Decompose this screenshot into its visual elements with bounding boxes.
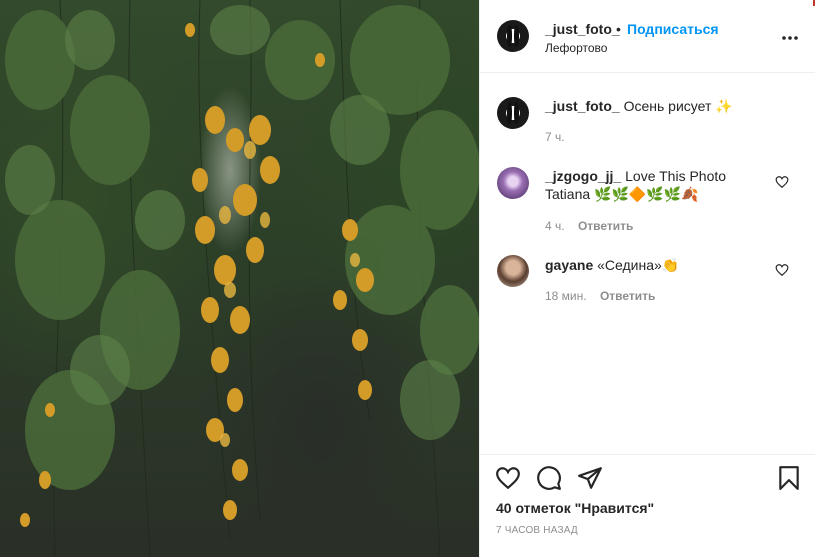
location-link[interactable]: Лефортово — [545, 41, 607, 55]
comment-username[interactable]: _jzgogo_jj_ — [545, 168, 621, 184]
commenter-avatar[interactable] — [497, 167, 529, 199]
post-time[interactable]: 7 часов назад — [496, 525, 578, 536]
bookmark-icon[interactable] — [776, 465, 802, 491]
comment-username[interactable]: gayane — [545, 257, 593, 273]
post-header: _just_foto_ • Подписаться Лефортово — [480, 0, 815, 73]
follow-button[interactable]: Подписаться — [627, 21, 719, 37]
comment-icon[interactable] — [536, 465, 562, 491]
reply-button[interactable]: Ответить — [578, 219, 633, 233]
caption-username[interactable]: _just_foto_ — [545, 98, 620, 114]
author-username[interactable]: _just_foto_ — [545, 21, 620, 37]
likes-count[interactable]: 40 отметок "Нравится" — [496, 500, 654, 516]
share-icon[interactable] — [577, 465, 603, 491]
caption-time: 7 ч. — [545, 130, 565, 144]
action-bar: 40 отметок "Нравится" 7 часов назад — [480, 454, 815, 557]
post-panel: _just_foto_ • Подписаться Лефортово _jus… — [479, 0, 815, 557]
photo-foliage — [5, 0, 479, 557]
heart-icon[interactable] — [495, 465, 521, 491]
comment-emoji: 👏 — [661, 257, 680, 273]
comment-text: gayane «Седина»👏 — [545, 256, 760, 274]
caption-emoji: ✨ — [715, 98, 733, 114]
comment-emoji: 🌿🌿🔶🌿🌿🍂 — [594, 186, 699, 202]
comment-time: 18 мин. — [545, 289, 587, 303]
comment-meta: 18 мин. Ответить — [545, 289, 655, 303]
caption-body: Осень рисует — [623, 98, 712, 114]
post-photo[interactable] — [0, 0, 479, 557]
caption-avatar[interactable] — [497, 97, 529, 129]
comment-body: «Седина» — [597, 257, 662, 273]
comment-like-icon[interactable] — [775, 175, 789, 189]
comment-text: _jzgogo_jj_ Love This Photo Tatiana 🌿🌿🔶🌿… — [545, 167, 760, 203]
more-options-icon[interactable] — [780, 28, 800, 48]
commenter-avatar[interactable] — [497, 255, 529, 287]
reply-button[interactable]: Ответить — [600, 289, 655, 303]
comment-time: 4 ч. — [545, 219, 565, 233]
separator-dot: • — [616, 21, 621, 37]
author-avatar[interactable] — [497, 20, 529, 52]
caption-text: _just_foto_ Осень рисует ✨ — [545, 97, 795, 115]
comment-meta: 4 ч. Ответить — [545, 219, 633, 233]
comment-like-icon[interactable] — [775, 263, 789, 277]
